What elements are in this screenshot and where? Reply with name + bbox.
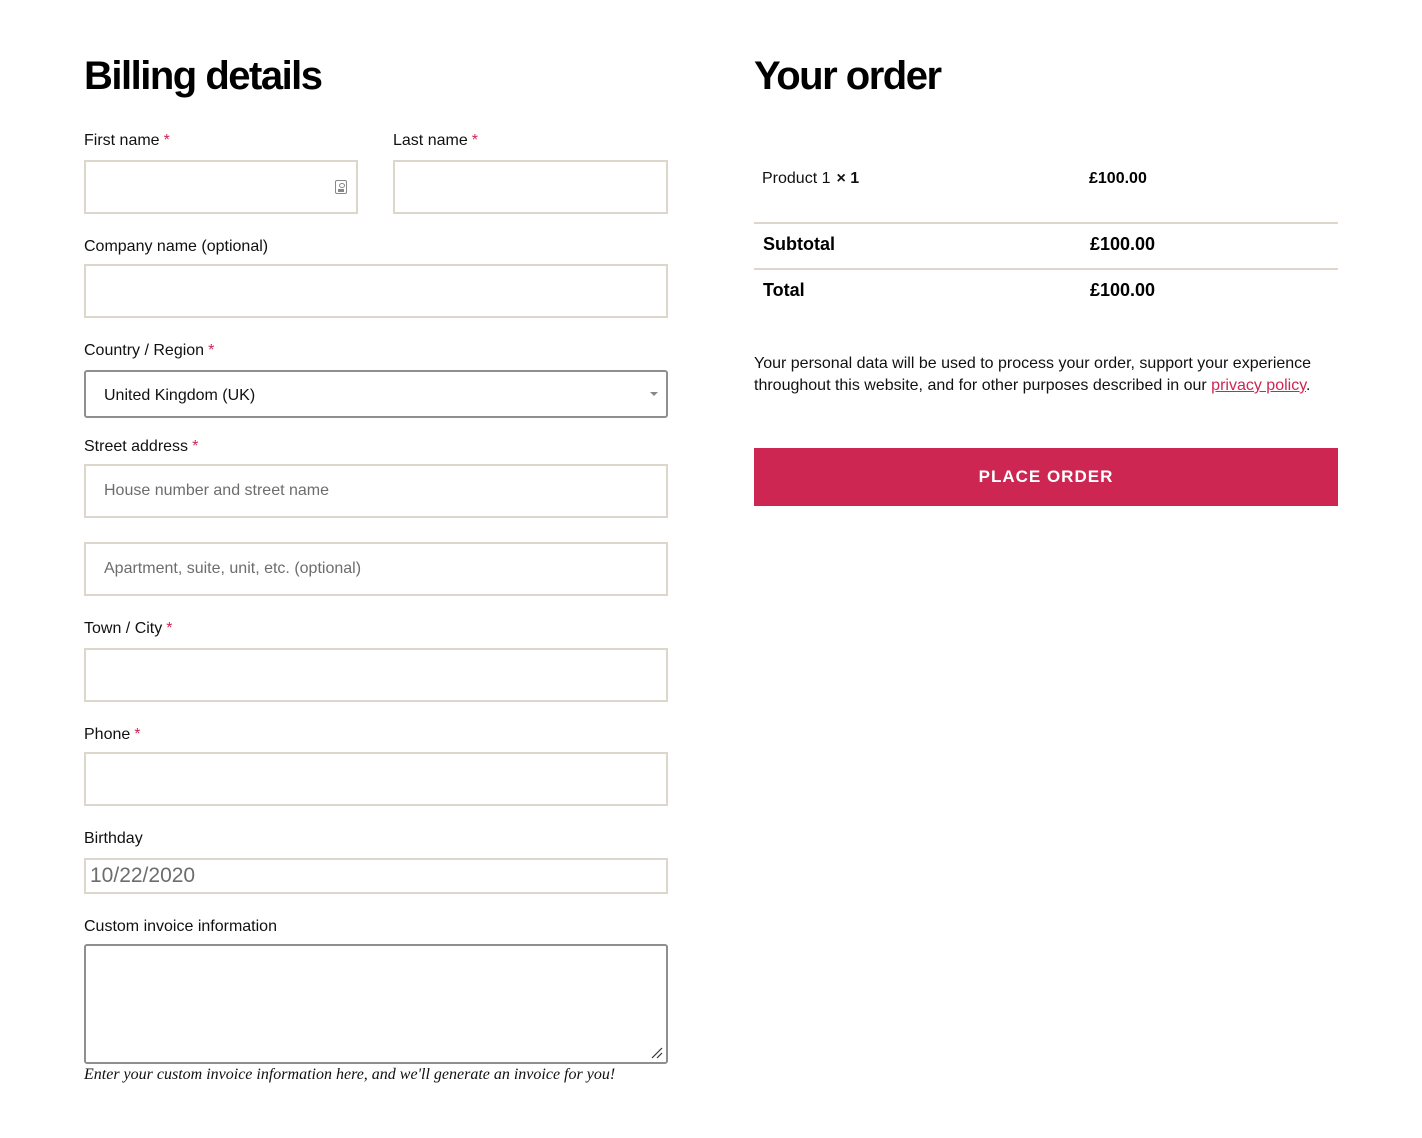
country-select[interactable]: United Kingdom (UK) bbox=[84, 370, 668, 418]
divider bbox=[754, 268, 1338, 270]
city-label: Town / City * bbox=[84, 620, 173, 637]
phone-label: Phone * bbox=[84, 726, 141, 743]
birthday-field[interactable]: 10/22/2020 bbox=[84, 858, 668, 894]
first-name-input[interactable] bbox=[86, 162, 356, 212]
invoice-label: Custom invoice information bbox=[84, 918, 277, 935]
product-price: £100.00 bbox=[1089, 170, 1147, 187]
billing-title: Billing details bbox=[84, 54, 323, 98]
dropdown-arrow-icon bbox=[650, 392, 658, 396]
subtotal-label: Subtotal bbox=[763, 234, 835, 254]
first-name-field[interactable] bbox=[84, 160, 358, 214]
street-label: Street address * bbox=[84, 438, 199, 455]
city-input[interactable] bbox=[86, 650, 666, 700]
subtotal-value: £100.00 bbox=[1090, 234, 1156, 254]
street-address-1-field[interactable] bbox=[84, 464, 668, 518]
divider bbox=[754, 222, 1338, 224]
last-name-label: Last name * bbox=[393, 132, 478, 149]
street-address-1-input[interactable] bbox=[86, 466, 666, 516]
last-name-field[interactable] bbox=[393, 160, 668, 214]
invoice-textarea[interactable] bbox=[84, 944, 668, 1064]
last-name-input[interactable] bbox=[395, 162, 666, 212]
birthday-label: Birthday bbox=[84, 830, 143, 847]
city-field[interactable] bbox=[84, 648, 668, 702]
country-selected-value: United Kingdom (UK) bbox=[104, 387, 256, 404]
company-field[interactable] bbox=[84, 264, 668, 318]
birthday-value: 10/22/2020 bbox=[90, 864, 196, 887]
total-label: Total bbox=[763, 280, 805, 300]
place-order-button[interactable]: PLACE ORDER bbox=[754, 448, 1338, 506]
product-name: Product 1 × 1 bbox=[762, 170, 860, 187]
invoice-help-text: Enter your custom invoice information he… bbox=[84, 1066, 616, 1083]
privacy-policy-link[interactable]: privacy policy bbox=[1211, 377, 1306, 394]
company-label: Company name (optional) bbox=[84, 238, 269, 255]
phone-field[interactable] bbox=[84, 752, 668, 806]
first-name-label: First name * bbox=[84, 132, 170, 149]
resize-handle-icon[interactable] bbox=[651, 1047, 663, 1059]
total-value: £100.00 bbox=[1090, 280, 1156, 300]
contact-card-icon[interactable] bbox=[335, 180, 347, 194]
privacy-notice: Your personal data will be used to proce… bbox=[754, 355, 1312, 394]
country-label: Country / Region * bbox=[84, 342, 215, 359]
street-address-2-field[interactable] bbox=[84, 542, 668, 596]
company-input[interactable] bbox=[86, 266, 666, 316]
street-address-2-input[interactable] bbox=[86, 544, 666, 594]
order-title: Your order bbox=[754, 54, 942, 98]
product-quantity: × 1 bbox=[836, 170, 860, 187]
phone-input[interactable] bbox=[86, 754, 666, 804]
